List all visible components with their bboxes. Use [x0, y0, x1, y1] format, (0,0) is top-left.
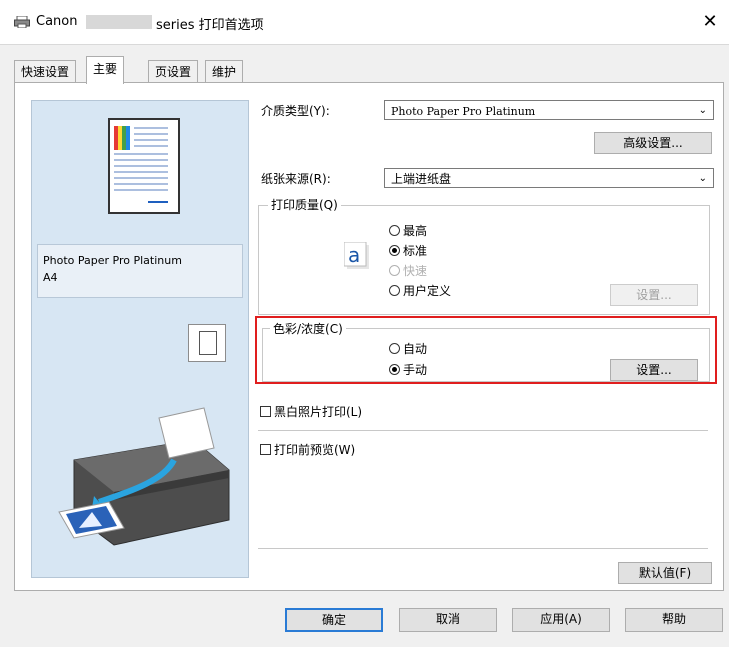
radio-icon — [389, 265, 400, 276]
grayscale-photo-label: 黑白照片打印(L) — [274, 405, 363, 419]
quality-fast-radio: 快速 — [389, 262, 427, 279]
printer-icon — [14, 16, 30, 28]
tab-main[interactable]: 主要 — [86, 56, 125, 84]
preview-before-print-checkbox[interactable]: 打印前预览(W) — [260, 441, 355, 458]
quality-highest-radio[interactable]: 最高 — [389, 222, 427, 239]
divider — [258, 430, 708, 431]
orientation-icon — [188, 324, 226, 362]
defaults-button[interactable]: 默认值(F) — [618, 562, 712, 584]
paper-source-select[interactable]: 上端进纸盘 ⌄ — [384, 168, 714, 188]
paper-source-value: 上端进纸盘 — [391, 172, 452, 186]
chevron-down-icon: ⌄ — [698, 105, 707, 116]
quality-custom-radio[interactable]: 用户定义 — [389, 282, 451, 299]
tab-quick-setup[interactable]: 快速设置 — [14, 60, 77, 83]
radio-selected-icon — [389, 245, 400, 256]
divider — [258, 548, 708, 549]
quality-custom-label: 用户定义 — [403, 284, 452, 298]
chevron-down-icon: ⌄ — [698, 173, 707, 184]
redacted-model-name — [86, 15, 152, 29]
checkbox-icon — [260, 406, 271, 417]
media-type-label: 介质类型(Y): — [261, 104, 330, 118]
advanced-settings-button[interactable]: 高级设置... — [594, 132, 712, 154]
tab-page-setup[interactable]: 页设置 — [148, 60, 199, 83]
window-title-suffix: series 打印首选项 — [156, 18, 264, 33]
paper-preview-icon — [108, 118, 180, 214]
checkbox-icon — [260, 444, 271, 455]
printer-illustration-icon — [58, 407, 230, 546]
svg-text:a: a — [348, 243, 360, 267]
tab-maintenance[interactable]: 维护 — [205, 60, 244, 83]
quality-icon: a — [344, 242, 369, 269]
radio-icon — [389, 225, 400, 236]
preview-media-size: A4 — [43, 271, 58, 284]
quality-standard-radio[interactable]: 标准 — [389, 242, 427, 259]
radio-icon — [389, 285, 400, 296]
window-title-prefix: Canon — [36, 14, 78, 29]
apply-button[interactable]: 应用(A) — [512, 608, 610, 632]
print-quality-label: 打印质量(Q) — [268, 196, 341, 213]
quality-fast-label: 快速 — [403, 264, 428, 278]
preview-before-print-label: 打印前预览(W) — [274, 443, 356, 457]
ok-button[interactable]: 确定 — [285, 608, 383, 632]
media-info-box — [37, 244, 243, 298]
quality-settings-button: 设置... — [610, 284, 698, 306]
media-type-value: Photo Paper Pro Platinum — [391, 105, 536, 118]
paper-source-label: 纸张来源(R): — [261, 172, 331, 186]
grayscale-photo-checkbox[interactable]: 黑白照片打印(L) — [260, 403, 362, 420]
media-type-select[interactable]: Photo Paper Pro Platinum ⌄ — [384, 100, 714, 120]
quality-highest-label: 最高 — [403, 224, 428, 238]
highlight-frame — [255, 316, 717, 384]
preview-media-name: Photo Paper Pro Platinum — [43, 254, 182, 267]
cancel-button[interactable]: 取消 — [399, 608, 497, 632]
quality-standard-label: 标准 — [403, 244, 428, 258]
close-button[interactable]: ✕ — [698, 10, 722, 34]
help-button[interactable]: 帮助 — [625, 608, 723, 632]
